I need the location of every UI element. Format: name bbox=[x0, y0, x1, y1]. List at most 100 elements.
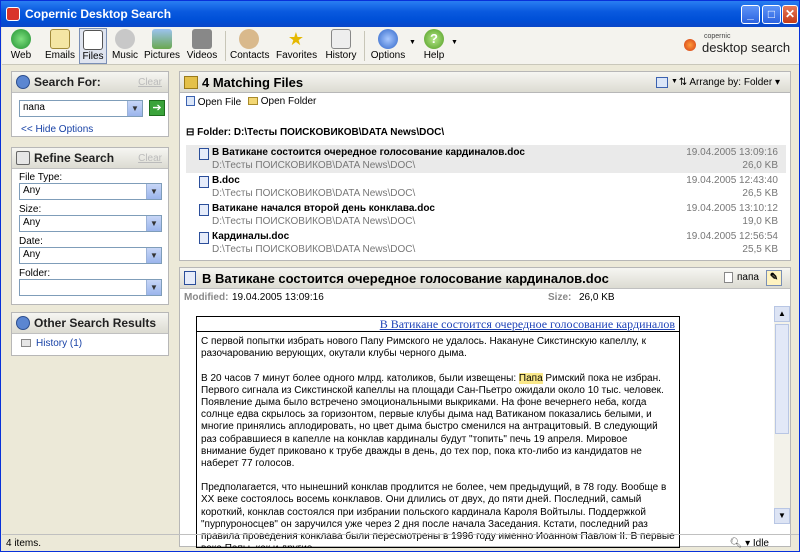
toolbar-label: Help bbox=[423, 50, 445, 61]
refine-header: Refine Search bbox=[34, 151, 115, 165]
file-row[interactable]: В Ватикане состоится очередное голосован… bbox=[186, 145, 786, 173]
word-doc-icon bbox=[199, 176, 209, 188]
headphones-icon bbox=[115, 29, 135, 49]
size-select[interactable]: Any ▼ bbox=[19, 215, 162, 232]
highlighted-term: Папа bbox=[518, 372, 543, 384]
status-item-count: 4 items. bbox=[6, 538, 42, 549]
folder-icon bbox=[248, 97, 258, 105]
arrange-label: Arrange by: Folder bbox=[689, 77, 773, 88]
scroll-down-button[interactable]: ▼ bbox=[774, 508, 790, 524]
refine-clear-link[interactable]: Clear bbox=[138, 153, 162, 164]
app-window: Copernic Desktop Search _ □ ✕ Web Emails… bbox=[0, 0, 800, 552]
file-size: 26,5 KB bbox=[742, 188, 778, 199]
file-row[interactable]: Кардиналы.doc D:\Тесты ПОИСКОВИКОВ\DATA N… bbox=[186, 229, 786, 257]
view-icon[interactable] bbox=[656, 77, 668, 88]
refine-panel-header: Refine Search Clear bbox=[12, 148, 168, 169]
chevron-down-icon[interactable]: ▼ bbox=[146, 280, 161, 295]
open-file-button[interactable]: Open File bbox=[186, 96, 241, 108]
toolbar-options[interactable]: Options bbox=[368, 28, 408, 64]
preview-header: В Ватикане состоится очередное голосован… bbox=[180, 268, 790, 289]
refine-icon bbox=[16, 151, 30, 165]
toolbar-history[interactable]: History bbox=[324, 28, 358, 64]
search-panel: Search For: Clear папа ▼ ➔ << Hide Options bbox=[11, 71, 169, 137]
status-text: Idle bbox=[752, 538, 769, 549]
date-value: Any bbox=[23, 249, 41, 260]
toolbar-music[interactable]: Music bbox=[110, 28, 140, 64]
preview-pane: В Ватикане состоится очередное голосован… bbox=[179, 267, 791, 548]
file-date: 19.04.2005 12:56:54 bbox=[686, 231, 778, 242]
maximize-button[interactable]: □ bbox=[762, 5, 781, 24]
document-preview[interactable]: В Ватикане состоится очередное голосован… bbox=[196, 316, 680, 548]
toolbar-emails[interactable]: Emails bbox=[42, 28, 78, 64]
size-meta-label: Size: bbox=[548, 292, 572, 303]
folder-group-header[interactable]: ⊟ Folder: D:\Тесты ПОИСКОВИКОВ\DATA News… bbox=[186, 127, 444, 138]
file-row[interactable]: Ватикане начался второй день конклава.do… bbox=[186, 201, 786, 229]
scroll-up-button[interactable]: ▲ bbox=[774, 306, 790, 322]
file-path: D:\Тесты ПОИСКОВИКОВ\DATA News\DOC\ bbox=[212, 244, 416, 255]
document-paragraph: С первой попытки избрать нового Папу Рим… bbox=[201, 336, 646, 360]
chevron-down-icon[interactable]: ▼ bbox=[146, 216, 161, 231]
file-type-select[interactable]: Any ▼ bbox=[19, 183, 162, 200]
window-title: Copernic Desktop Search bbox=[25, 7, 172, 21]
copernic-logo: copernic desktop search bbox=[684, 33, 790, 55]
date-label: Date: bbox=[19, 236, 43, 247]
history-icon bbox=[331, 29, 351, 49]
view-dropdown-arrow[interactable]: ▼ bbox=[671, 78, 678, 85]
logo-small-text: copernic bbox=[704, 33, 731, 40]
search-go-button[interactable]: ➔ bbox=[149, 100, 165, 116]
file-size: 26,0 KB bbox=[742, 160, 778, 171]
file-path: D:\Тесты ПОИСКОВИКОВ\DATA News\DOC\ bbox=[212, 160, 416, 171]
toolbar-pictures[interactable]: Pictures bbox=[143, 28, 181, 64]
toolbar-favorites[interactable]: ★ Favorites bbox=[276, 28, 317, 64]
search-query: папа bbox=[23, 102, 45, 113]
file-actions-bar: Open File Open Folder bbox=[179, 93, 791, 111]
arrange-by-menu[interactable]: ⇅ Arrange by: Folder ▾ bbox=[679, 77, 780, 88]
toolbar-help[interactable]: ? Help bbox=[420, 28, 448, 64]
date-select[interactable]: Any ▼ bbox=[19, 247, 162, 264]
chevron-down-icon[interactable]: ▼ bbox=[146, 184, 161, 199]
history-link[interactable]: History (1) bbox=[36, 338, 82, 349]
picture-icon bbox=[152, 29, 172, 49]
document-title: В Ватикане состоится очередное голосован… bbox=[197, 316, 679, 333]
word-doc-icon bbox=[199, 232, 209, 244]
toolbar-web[interactable]: Web bbox=[6, 28, 36, 64]
help-dropdown-arrow[interactable]: ▼ bbox=[451, 39, 458, 46]
open-file-label: Open File bbox=[197, 97, 242, 108]
toolbar-label: History bbox=[325, 50, 357, 61]
file-type-label: File Type: bbox=[19, 172, 63, 183]
open-folder-label: Open Folder bbox=[260, 96, 317, 107]
close-button[interactable]: ✕ bbox=[782, 5, 798, 24]
main-toolbar: Web Emails Files Music Pictures Videos C… bbox=[2, 27, 799, 65]
scroll-thumb[interactable] bbox=[775, 324, 789, 434]
toolbar-label: Emails bbox=[44, 50, 75, 61]
file-list: ⊟ Folder: D:\Тесты ПОИСКОВИКОВ\DATA News… bbox=[179, 111, 791, 261]
hide-options-link[interactable]: << Hide Options bbox=[21, 124, 93, 135]
toolbar-separator bbox=[225, 31, 226, 61]
chevron-down-icon[interactable]: ▼ bbox=[127, 101, 142, 116]
word-doc-icon bbox=[199, 148, 209, 160]
toolbar-contacts[interactable]: Contacts bbox=[230, 28, 269, 64]
file-row[interactable]: B.doc D:\Тесты ПОИСКОВИКОВ\DATA News\DOC\… bbox=[186, 173, 786, 201]
highlight-button[interactable]: ✎ bbox=[766, 270, 782, 286]
size-label: Size: bbox=[19, 204, 42, 215]
file-path: D:\Тесты ПОИСКОВИКОВ\DATA News\DOC\ bbox=[212, 216, 416, 227]
chevron-down-icon[interactable]: ▼ bbox=[146, 248, 161, 263]
search-clear-link[interactable]: Clear bbox=[138, 77, 162, 88]
preview-scrollbar[interactable]: ▲ ▼ bbox=[774, 306, 790, 524]
minimize-button[interactable]: _ bbox=[741, 5, 760, 24]
other-results-panel: Other Search Results History (1) bbox=[11, 312, 169, 356]
help-icon: ? bbox=[424, 29, 444, 49]
open-folder-button[interactable]: Open Folder bbox=[248, 96, 316, 107]
star-icon: ★ bbox=[287, 29, 305, 49]
folder-select[interactable]: ▼ bbox=[19, 279, 162, 296]
toolbar-videos[interactable]: Videos bbox=[184, 28, 220, 64]
globe-icon bbox=[11, 29, 31, 49]
tag-icon bbox=[724, 272, 733, 283]
toolbar-files[interactable]: Files bbox=[79, 28, 107, 64]
file-size: 19,0 KB bbox=[742, 216, 778, 227]
folder-path: Folder: D:\Тесты ПОИСКОВИКОВ\DATA News\D… bbox=[197, 127, 445, 138]
options-dropdown-arrow[interactable]: ▼ bbox=[409, 39, 416, 46]
app-icon bbox=[6, 7, 20, 21]
folder-icon bbox=[184, 76, 198, 89]
search-input[interactable]: папа ▼ bbox=[19, 100, 143, 117]
